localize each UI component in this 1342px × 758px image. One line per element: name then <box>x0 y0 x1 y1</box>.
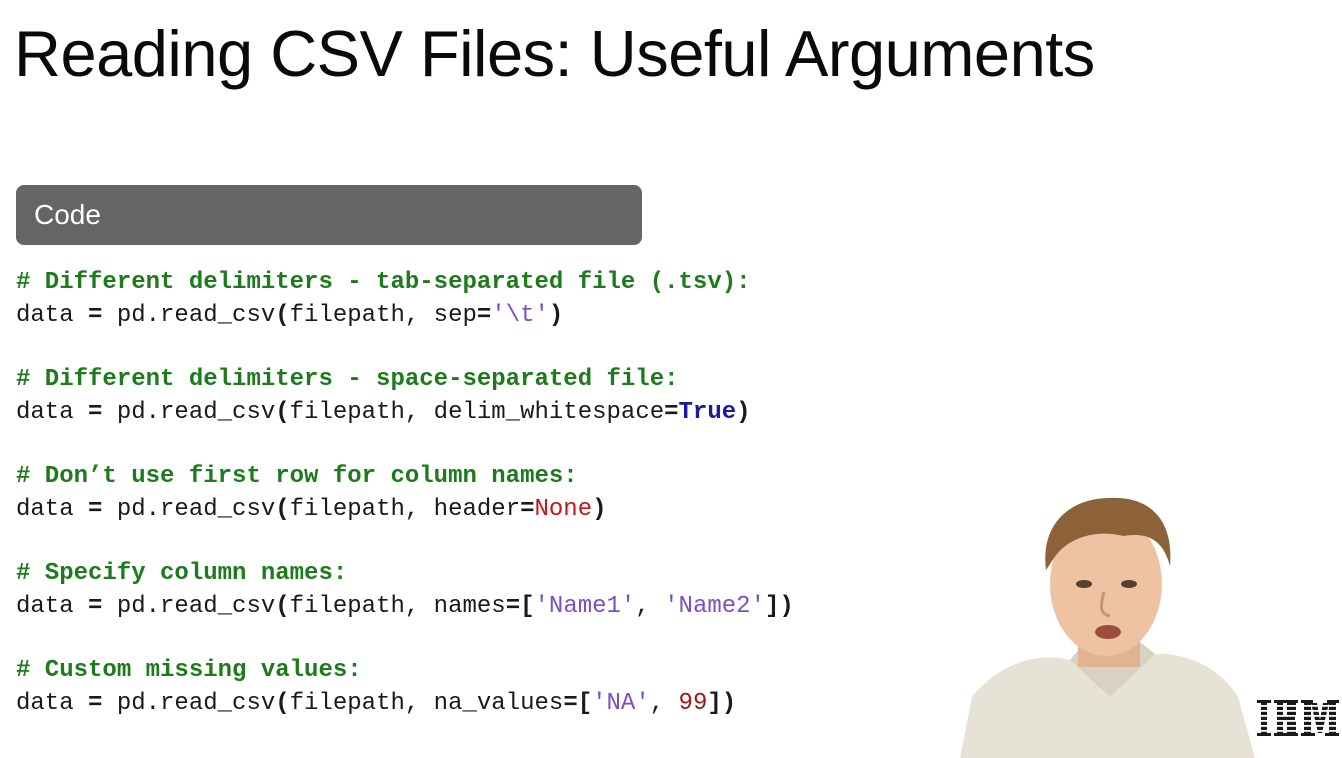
code-token: ( <box>275 302 290 329</box>
code-line: data = pd.read_csv(filepath, names=['Nam… <box>16 590 936 623</box>
code-token: =[ <box>505 593 535 620</box>
code-token: 99 <box>678 690 708 717</box>
code-token: filepath, names <box>289 593 506 620</box>
code-token: ) <box>736 399 751 426</box>
slide-title: Reading CSV Files: Useful Arguments <box>14 17 1095 90</box>
code-token: = <box>88 302 103 329</box>
code-block: # Different delimiters - tab-separated f… <box>16 266 936 751</box>
code-token: = <box>520 496 535 523</box>
code-comment: # Different delimiters - space-separated… <box>16 366 679 393</box>
code-token: data <box>16 302 89 329</box>
code-line: data = pd.read_csv(filepath, na_values=[… <box>16 687 936 720</box>
code-token: ]) <box>707 690 737 717</box>
code-token: 'NA' <box>592 690 650 717</box>
ibm-logo <box>1257 700 1339 736</box>
code-token: '\t' <box>491 302 549 329</box>
code-token: ]) <box>764 593 794 620</box>
code-token: =[ <box>563 690 593 717</box>
code-token: 'Name1' <box>534 593 636 620</box>
code-group: # Don’t use first row for column names: d… <box>16 460 936 526</box>
code-token: pd.read_csv <box>102 690 276 717</box>
code-token: , <box>635 593 665 620</box>
code-token: = <box>88 496 103 523</box>
code-comment: # Specify column names: <box>16 560 348 587</box>
code-token: = <box>664 399 679 426</box>
code-token: ) <box>548 302 564 329</box>
code-token: ( <box>275 593 290 620</box>
code-group: # Different delimiters - space-separated… <box>16 363 936 429</box>
code-token: ( <box>275 496 290 523</box>
code-token: filepath, na_values <box>289 690 564 717</box>
code-token: filepath, delim_whitespace <box>289 399 665 426</box>
code-token: = <box>476 302 492 329</box>
code-token: pd.read_csv <box>102 593 276 620</box>
code-token: filepath, sep <box>289 302 477 329</box>
code-token: filepath, header <box>289 496 521 523</box>
code-group: # Custom missing values: data = pd.read_c… <box>16 654 936 720</box>
code-group: # Specify column names: data = pd.read_cs… <box>16 557 936 623</box>
code-header: Code <box>16 185 642 245</box>
presenter-video <box>960 497 1255 758</box>
code-token: , <box>649 690 679 717</box>
code-token: = <box>88 593 103 620</box>
code-token: = <box>88 399 103 426</box>
code-line: data = pd.read_csv(filepath, header=None… <box>16 493 936 526</box>
code-comment: # Different delimiters - tab-separated f… <box>16 269 751 296</box>
code-token: data <box>16 593 89 620</box>
code-line: data = pd.read_csv(filepath, delim_white… <box>16 396 936 429</box>
code-comment: # Custom missing values: <box>16 657 362 684</box>
code-token: pd.read_csv <box>102 399 276 426</box>
code-token: ) <box>592 496 607 523</box>
code-line: data = pd.read_csv(filepath, sep='\t') <box>16 299 936 332</box>
code-group: # Different delimiters - tab-separated f… <box>16 266 936 332</box>
code-comment: # Don’t use first row for column names: <box>16 463 578 490</box>
code-token: 'Name2' <box>664 593 765 620</box>
code-token: data <box>16 690 89 717</box>
code-token: data <box>16 399 89 426</box>
code-token: True <box>678 399 737 426</box>
code-header-label: Code <box>34 199 101 230</box>
code-token: pd.read_csv <box>102 302 276 329</box>
code-token: None <box>534 496 593 523</box>
code-token: ( <box>275 690 290 717</box>
code-token: ( <box>275 399 290 426</box>
code-token: pd.read_csv <box>102 496 276 523</box>
code-token: = <box>88 690 103 717</box>
code-token: data <box>16 496 89 523</box>
